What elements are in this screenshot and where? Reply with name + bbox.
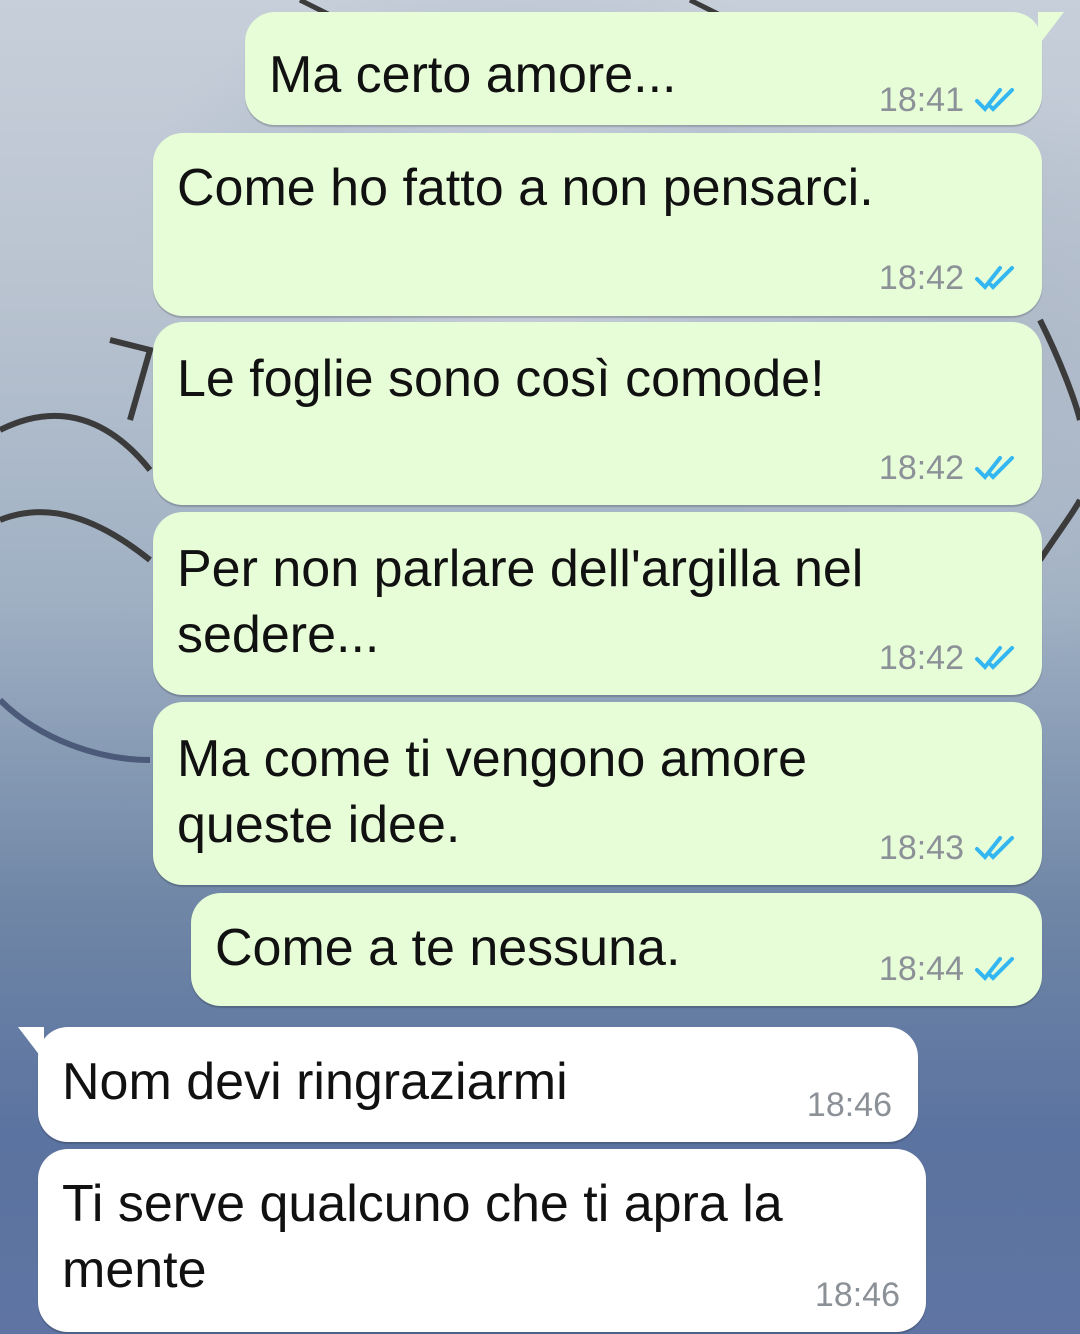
message-bubble-incoming[interactable]: Nom devi ringraziarmi 18:46 xyxy=(18,1027,918,1142)
message-bubble-outgoing[interactable]: Le foglie sono così comode! 18:42 xyxy=(153,322,1042,505)
double-check-icon xyxy=(975,836,1014,861)
message-bubble-outgoing[interactable]: Come ho fatto a non pensarci. 18:42 xyxy=(153,133,1042,316)
message-meta: 18:44 xyxy=(879,949,1018,989)
message-meta: 18:46 xyxy=(815,1275,900,1315)
message-text: Ma certo amore... xyxy=(269,46,677,104)
message-time: 18:42 xyxy=(878,259,964,297)
message-text: Le foglie sono così comode! xyxy=(177,350,825,408)
message-text: Per non parlare dell'argilla nel sedere.… xyxy=(177,540,864,664)
message-bubble-outgoing[interactable]: Come a te nessuna. 18:44 xyxy=(191,893,1042,1006)
message-text: Come ho fatto a non pensarci. xyxy=(177,159,874,217)
message-meta: 18:42 xyxy=(879,638,1018,678)
message-time: 18:44 xyxy=(878,950,964,988)
message-text: Ma come ti vengono amore queste idee. xyxy=(177,730,808,854)
message-meta: 18:42 xyxy=(879,448,1018,488)
message-time: 18:42 xyxy=(878,449,964,487)
message-text: Ti serve qualcuno che ti apra la mente xyxy=(62,1175,783,1299)
double-check-icon xyxy=(975,266,1014,291)
message-time: 18:46 xyxy=(806,1086,892,1124)
message-bubble-outgoing[interactable]: Ma certo amore... 18:41 xyxy=(245,12,1064,125)
message-time: 18:46 xyxy=(814,1276,900,1314)
bubble-tail xyxy=(1038,12,1064,46)
double-check-icon xyxy=(975,456,1014,481)
message-time: 18:43 xyxy=(878,829,964,867)
message-meta: 18:43 xyxy=(879,828,1018,868)
message-bubble-outgoing[interactable]: Ma come ti vengono amore queste idee. 18… xyxy=(153,702,1042,885)
double-check-icon xyxy=(975,957,1014,982)
message-text: Come a te nessuna. xyxy=(215,919,681,977)
bubble-tail xyxy=(18,1027,44,1061)
double-check-icon xyxy=(975,88,1014,113)
message-time: 18:41 xyxy=(878,81,964,119)
message-bubble-incoming[interactable]: Ti serve qualcuno che ti apra la mente 1… xyxy=(38,1149,926,1332)
message-time: 18:42 xyxy=(878,639,964,677)
message-meta: 18:41 xyxy=(879,80,1018,120)
double-check-icon xyxy=(975,646,1014,671)
message-meta: 18:42 xyxy=(879,258,1018,298)
message-text: Nom devi ringraziarmi xyxy=(62,1053,568,1111)
message-bubble-outgoing[interactable]: Per non parlare dell'argilla nel sedere.… xyxy=(153,512,1042,695)
message-meta: 18:46 xyxy=(807,1085,892,1125)
